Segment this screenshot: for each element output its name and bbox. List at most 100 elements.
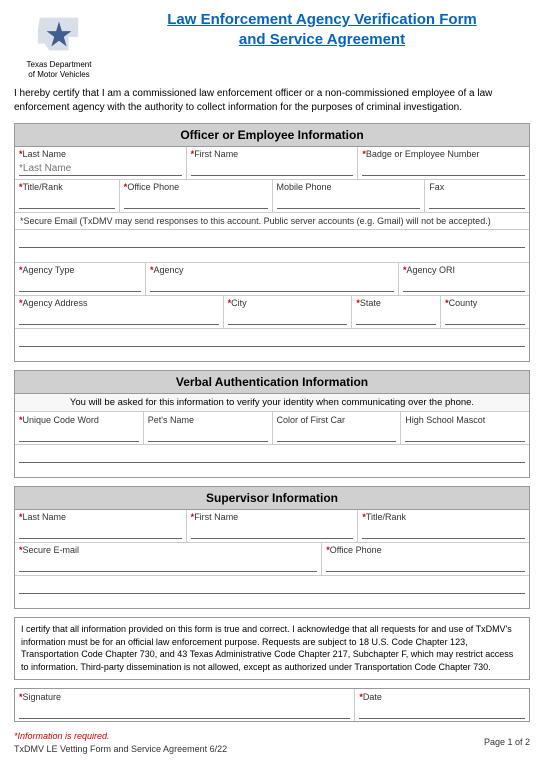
first-name-label: *First Name	[191, 149, 354, 159]
secure-email-input[interactable]	[19, 234, 525, 248]
pets-name-label: Pet's Name	[148, 415, 194, 425]
signature-input[interactable]	[19, 705, 350, 719]
verbal-row-labels: *Unique Code Word Pet's Name Color of Fi…	[15, 412, 529, 445]
officer-section-title: Officer or Employee Information	[15, 124, 529, 147]
logo-text: Texas Department of Motor Vehicles	[27, 60, 92, 79]
last-name-input[interactable]	[19, 162, 182, 176]
supervisor-row-2: *Secure E-mail *Office Phone	[15, 543, 529, 576]
agency-address-cell: *Agency Address	[15, 296, 224, 328]
intro-text: I hereby certify that I am a commissione…	[14, 87, 530, 115]
supervisor-section: Supervisor Information *Last Name *First…	[14, 486, 530, 609]
state-input[interactable]	[356, 311, 436, 325]
verbal-extra-input-cell	[15, 445, 529, 477]
first-name-cell: *First Name	[187, 147, 359, 179]
color-car-label: Color of First Car	[277, 415, 346, 425]
last-name-cell: *Last Name	[15, 147, 187, 179]
agency-cell: *Agency	[146, 263, 399, 295]
secure-email-cell	[15, 230, 529, 262]
fax-label: Fax	[429, 182, 525, 192]
sup-first-name-label: *First Name	[191, 512, 354, 522]
city-input[interactable]	[228, 311, 348, 325]
agency-input[interactable]	[150, 278, 394, 292]
secure-email-input-row	[15, 230, 529, 263]
required-label: *Information is required.	[14, 731, 110, 741]
office-phone-label: *Office Phone	[124, 182, 268, 192]
sup-office-phone-input[interactable]	[326, 558, 525, 572]
date-label: *Date	[359, 692, 382, 702]
form-title: Law Enforcement Agency Verification Form…	[114, 10, 530, 49]
pets-name-input[interactable]	[148, 428, 268, 442]
page-info: Page 1 of 2	[484, 737, 530, 747]
fax-cell: Fax	[425, 180, 529, 212]
unique-code-cell: *Unique Code Word	[15, 412, 144, 444]
high-school-mascot-label: High School Mascot	[405, 415, 485, 425]
sup-title-rank-input[interactable]	[362, 525, 525, 539]
high-school-mascot-cell: High School Mascot	[401, 412, 529, 444]
state-cell: *State	[352, 296, 441, 328]
page-header: Texas Department of Motor Vehicles Law E…	[14, 10, 530, 79]
title-rank-input[interactable]	[19, 195, 115, 209]
office-phone-cell: *Office Phone	[120, 180, 273, 212]
footer-meta: *Information is required. TxDMV LE Vetti…	[14, 730, 530, 754]
verbal-extra-input[interactable]	[19, 449, 525, 463]
agency-address-label: *Agency Address	[19, 298, 219, 308]
color-car-input[interactable]	[277, 428, 397, 442]
fax-input[interactable]	[429, 195, 525, 209]
verbal-input-row	[15, 445, 529, 477]
mobile-phone-label: Mobile Phone	[277, 182, 421, 192]
verbal-section: Verbal Authentication Information You wi…	[14, 370, 530, 478]
agency-ori-label: *Agency ORI	[403, 265, 525, 275]
unique-code-input[interactable]	[19, 428, 139, 442]
sup-last-name-cell: *Last Name	[15, 510, 187, 542]
footer-box: I certify that all information provided …	[14, 617, 530, 679]
high-school-mascot-input[interactable]	[405, 428, 525, 442]
title-rank-cell: *Title/Rank	[15, 180, 120, 212]
agency-address-input[interactable]	[19, 311, 219, 325]
agency-type-cell: *Agency Type	[15, 263, 146, 295]
sup-email-label: *Secure E-mail	[19, 545, 317, 555]
agency-address-input-row	[15, 329, 529, 361]
footer-version: TxDMV LE Vetting Form and Service Agreem…	[14, 744, 227, 754]
supervisor-section-title: Supervisor Information	[15, 487, 529, 510]
signature-label: *Signature	[19, 692, 61, 702]
agency-row-1: *Agency Type *Agency *Agency ORI	[15, 263, 529, 296]
officer-section: Officer or Employee Information *Last Na…	[14, 123, 530, 362]
last-name-label: *Last Name	[19, 149, 182, 159]
sup-last-name-label: *Last Name	[19, 512, 182, 522]
officer-row-2: *Title/Rank *Office Phone Mobile Phone F…	[15, 180, 529, 213]
supervisor-extra-cell	[15, 576, 529, 608]
mobile-phone-input[interactable]	[277, 195, 421, 209]
sup-first-name-input[interactable]	[191, 525, 354, 539]
sup-title-rank-label: *Title/Rank	[362, 512, 525, 522]
first-name-input[interactable]	[191, 162, 354, 176]
agency-row-2: *Agency Address *City *State *County	[15, 296, 529, 329]
date-input[interactable]	[359, 705, 525, 719]
agency-ori-input[interactable]	[403, 278, 525, 292]
agency-type-input[interactable]	[19, 278, 141, 292]
office-phone-input[interactable]	[124, 195, 268, 209]
mobile-phone-cell: Mobile Phone	[273, 180, 426, 212]
agency-address-full-input[interactable]	[19, 333, 525, 347]
sup-email-input[interactable]	[19, 558, 317, 572]
agency-type-label: *Agency Type	[19, 265, 141, 275]
pets-name-cell: Pet's Name	[144, 412, 273, 444]
county-label: *County	[445, 298, 525, 308]
sup-title-rank-cell: *Title/Rank	[358, 510, 529, 542]
city-cell: *City	[224, 296, 353, 328]
badge-input[interactable]	[362, 162, 525, 176]
sup-last-name-input[interactable]	[19, 525, 182, 539]
secure-email-row: *Secure Email (TxDMV may send responses …	[15, 213, 529, 230]
badge-label: *Badge or Employee Number	[362, 149, 525, 159]
color-car-cell: Color of First Car	[273, 412, 402, 444]
state-label: *State	[356, 298, 436, 308]
sup-email-cell: *Secure E-mail	[15, 543, 322, 575]
logo-area: Texas Department of Motor Vehicles	[14, 10, 104, 79]
agency-label: *Agency	[150, 265, 394, 275]
supervisor-extra-input[interactable]	[19, 580, 525, 594]
supervisor-row-1: *Last Name *First Name *Title/Rank	[15, 510, 529, 543]
date-cell: *Date	[355, 689, 529, 721]
verbal-section-title: Verbal Authentication Information	[15, 371, 529, 394]
supervisor-input-row	[15, 576, 529, 608]
title-rank-label: *Title/Rank	[19, 182, 115, 192]
county-input[interactable]	[445, 311, 525, 325]
